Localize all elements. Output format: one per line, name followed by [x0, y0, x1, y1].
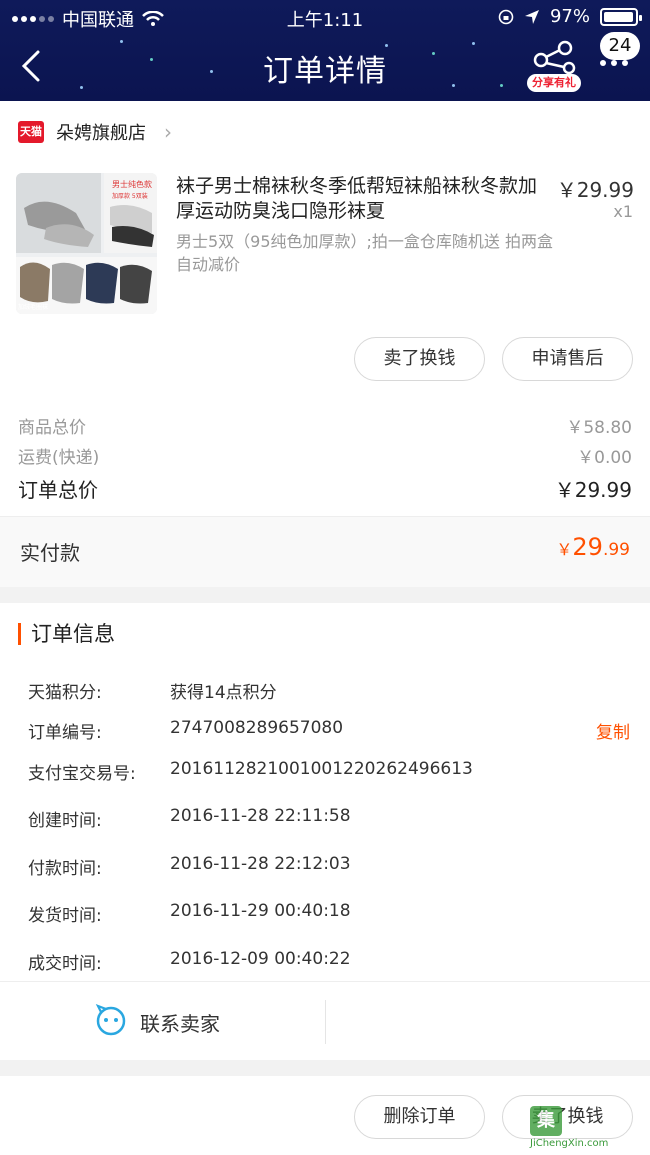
contact-seller-bar: 联系卖家	[0, 981, 650, 1060]
watermark-site: JiChengXin.com	[530, 1138, 609, 1149]
tmall-logo-icon: 天猫	[18, 121, 44, 143]
actual-payment-label: 实付款	[20, 541, 80, 565]
shop-name: 朵娉旗舰店	[56, 123, 146, 144]
shipping-label: 运费(快递)	[18, 448, 100, 468]
watermark-glyph: 集	[530, 1106, 562, 1136]
info-key: 支付宝交易号:	[28, 764, 136, 784]
bottom-sell-for-cash-button[interactable]: 卖了换钱	[502, 1095, 633, 1139]
thumb-label-2: 加厚款 5双装	[112, 192, 148, 200]
goods-total-label: 商品总价	[18, 418, 86, 438]
order-item-card: 天猫 朵娉旗舰店 › 男士纯色款 加厚款 5双装 加绒毛圈袜 袜子男士棉袜秋冬季…	[0, 101, 650, 587]
product-title[interactable]: 袜子男士棉袜秋冬季低帮短袜船袜秋冬款加厚运动防臭浅口隐形袜夏	[176, 174, 546, 224]
info-value: 2016-12-09 00:40:22	[170, 949, 351, 969]
actual-payment-value: ￥29.99	[556, 533, 630, 561]
order-info-heading: 订单信息	[18, 623, 115, 645]
shipping-value: ￥0.00	[577, 448, 632, 468]
contact-seller-button[interactable]: 联系卖家	[140, 1008, 220, 1037]
divider	[325, 1000, 326, 1044]
product-sku: 男士5双（95纯色加厚款）;拍一盒仓库随机送 拍两盒自动减价	[176, 232, 554, 274]
copy-order-number-button[interactable]: 复制	[596, 718, 630, 743]
info-value: 2016-11-28 22:12:03	[170, 854, 351, 874]
chat-face-icon	[95, 1004, 126, 1036]
more-menu-icon[interactable]	[600, 60, 628, 66]
delete-order-button[interactable]: 删除订单	[354, 1095, 485, 1139]
top-bar: 中国联通 上午1:11 97% 订单详情 分享有礼 24	[0, 0, 650, 101]
goods-total-value: ￥58.80	[566, 418, 632, 438]
actual-payment-row: 实付款 ￥29.99	[0, 516, 650, 587]
info-key: 天猫积分:	[28, 683, 102, 703]
info-value: 2747008289657080	[170, 718, 344, 738]
share-label: 分享有礼	[527, 74, 581, 92]
shop-link[interactable]: 天猫 朵娉旗舰店 ›	[18, 119, 172, 145]
socks-image: 男士纯色款 加厚款 5双装 加绒毛圈袜	[16, 173, 157, 314]
info-key: 成交时间:	[28, 954, 102, 974]
product-price: ￥29.99	[556, 178, 634, 202]
paid-integer: 29	[572, 533, 603, 561]
info-key: 发货时间:	[28, 906, 102, 926]
info-key: 创建时间:	[28, 811, 102, 831]
info-value: 2016-11-28 22:11:58	[170, 806, 351, 826]
order-info-section: 订单信息 天猫积分: 获得14点积分 订单编号: 274700828965708…	[0, 603, 650, 1060]
apply-after-sale-button[interactable]: 申请售后	[502, 337, 633, 381]
thumb-label-3: 加绒毛圈袜	[18, 303, 48, 311]
star-decoration	[120, 40, 123, 43]
sell-for-cash-button[interactable]: 卖了换钱	[354, 337, 485, 381]
order-total-label: 订单总价	[18, 478, 98, 502]
watermark-logo: 集 JiChengXin.com	[530, 1106, 608, 1149]
battery-percent: 97%	[549, 6, 590, 27]
share-button[interactable]: 分享有礼	[527, 40, 581, 94]
info-key: 订单编号:	[28, 723, 102, 743]
chevron-right-icon: ›	[164, 120, 172, 144]
battery-icon	[600, 7, 642, 26]
paid-currency: ￥	[556, 540, 573, 559]
thumb-label-1: 男士纯色款	[112, 179, 152, 189]
info-value: 2016112821001001220262496613	[170, 759, 473, 779]
order-total-value: ￥29.99	[554, 478, 632, 502]
product-quantity: x1	[613, 202, 633, 221]
star-decoration	[472, 42, 475, 45]
orientation-lock-icon	[498, 9, 514, 24]
status-bar: 中国联通 上午1:11 97%	[0, 6, 650, 31]
info-key: 付款时间:	[28, 859, 102, 879]
message-count-badge: 24	[600, 32, 640, 60]
location-icon	[524, 9, 539, 24]
product-thumbnail[interactable]: 男士纯色款 加厚款 5双装 加绒毛圈袜	[16, 173, 157, 314]
share-icon	[533, 40, 576, 75]
info-value: 2016-11-29 00:40:18	[170, 901, 351, 921]
paid-decimal: .99	[602, 540, 630, 560]
info-value: 获得14点积分	[170, 683, 277, 703]
